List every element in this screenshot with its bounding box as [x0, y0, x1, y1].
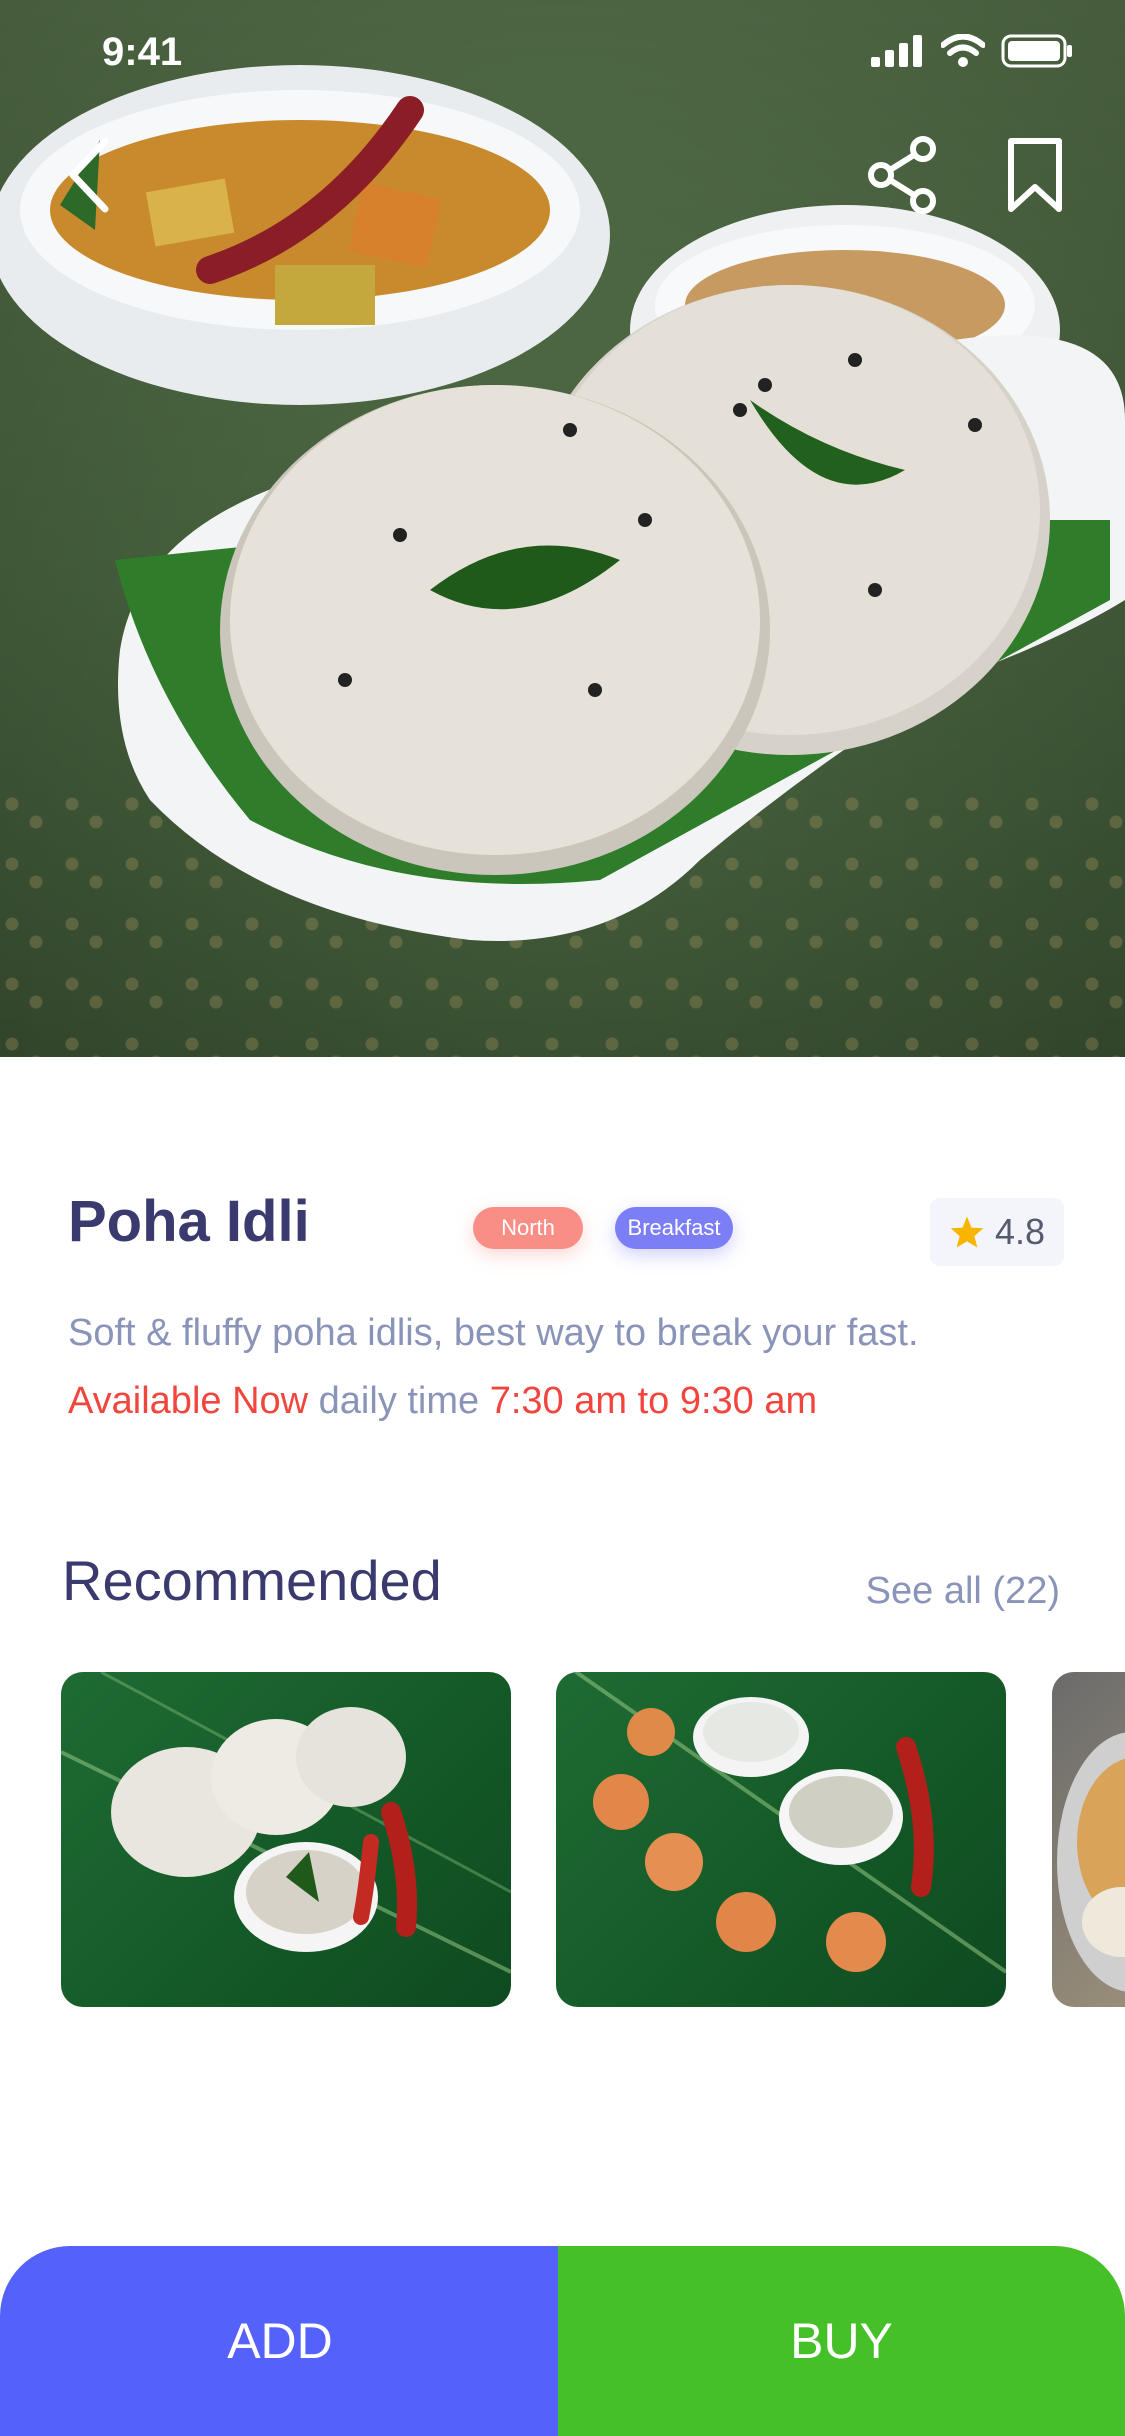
status-icons: [871, 34, 1073, 68]
availability-label: daily time: [308, 1380, 490, 1422]
hero-image: 9:41: [0, 0, 1125, 1057]
recommended-card[interactable]: [1052, 1672, 1125, 2007]
recommended-card[interactable]: [556, 1672, 1006, 2007]
vada-card-image: [574, 1672, 1006, 1974]
availability-time: 7:30 am to 9:30 am: [489, 1380, 818, 1422]
cellular-signal-icon: [871, 35, 922, 67]
back-button[interactable]: [48, 135, 128, 215]
chevron-left-icon: [69, 137, 109, 213]
bookmark-button[interactable]: [995, 135, 1075, 215]
rating-badge: 4.8: [930, 1198, 1064, 1266]
buy-button[interactable]: BUY: [558, 2246, 1125, 2436]
availability-line: Available Now daily time 7:30 am to 9:30…: [68, 1380, 817, 1423]
star-icon: [950, 1216, 984, 1248]
add-button[interactable]: ADD: [0, 2246, 560, 2436]
availability-status: Available Now: [68, 1380, 309, 1422]
idli-plate-illustration: [0, 65, 1125, 941]
status-time: 9:41: [102, 30, 183, 74]
share-icon: [868, 136, 936, 214]
idli-card-image: [61, 1672, 511, 1974]
battery-icon: [1001, 34, 1072, 68]
item-title: Poha Idli: [68, 1189, 310, 1254]
share-button[interactable]: [863, 135, 943, 215]
item-description: Soft & fluffy poha idlis, best way to br…: [68, 1312, 919, 1354]
recommended-title: Recommended: [62, 1549, 442, 1612]
tag-north[interactable]: North: [473, 1207, 583, 1249]
paratha-card-image: [1057, 1732, 1125, 1992]
rating-value: 4.8: [994, 1211, 1046, 1252]
wifi-icon: [941, 34, 985, 67]
recommended-card[interactable]: [61, 1672, 511, 2007]
tag-breakfast[interactable]: Breakfast: [615, 1207, 733, 1249]
bookmark-icon: [1008, 138, 1062, 212]
see-all-link[interactable]: See all (22): [866, 1570, 1060, 1613]
